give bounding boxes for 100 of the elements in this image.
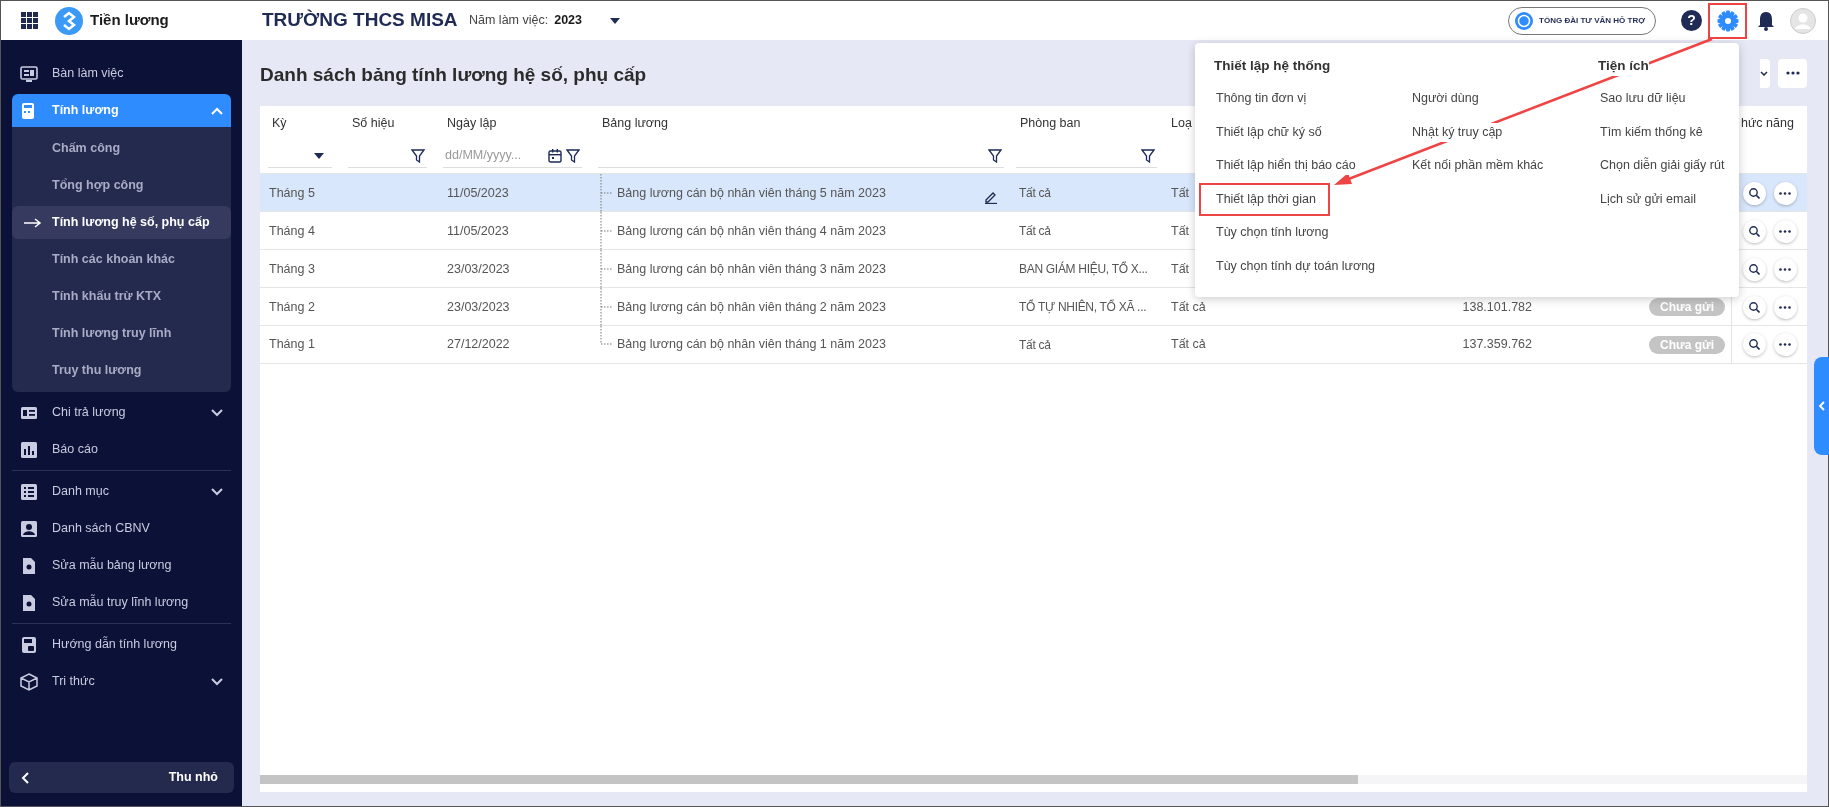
sidebar-item[interactable]: Sửa mẫu bảng lương xyxy=(12,549,231,582)
filter-button[interactable] xyxy=(1141,148,1155,163)
column-header: Kỳ xyxy=(272,114,287,132)
submenu-item[interactable]: Tính khấu trừ KTX xyxy=(12,280,231,313)
notification-icon[interactable] xyxy=(1757,10,1775,31)
edit-button[interactable] xyxy=(984,190,998,204)
more-button[interactable] xyxy=(1773,219,1797,243)
submenu-item[interactable]: Chấm công xyxy=(12,132,231,165)
more-icon xyxy=(1779,343,1791,346)
dropdown-button[interactable] xyxy=(1760,58,1770,88)
search-icon xyxy=(1748,301,1760,313)
tree-connector-icon xyxy=(600,174,614,212)
sidebar-item[interactable]: Danh sách CBNV xyxy=(12,512,231,545)
menu-item[interactable]: Sao lưu dữ liệu xyxy=(1583,82,1694,116)
table-cell-text: Tất cả xyxy=(1019,223,1051,240)
scrollbar-thumb[interactable] xyxy=(260,775,1358,784)
search-icon xyxy=(1748,263,1760,275)
submenu-item[interactable]: Tổng hợp công xyxy=(12,169,231,202)
chevron-left-icon xyxy=(21,771,29,784)
submenu-item[interactable]: Truy thu lương xyxy=(12,354,231,387)
more-button[interactable] xyxy=(1778,58,1807,88)
filter-button[interactable] xyxy=(988,148,1002,163)
calendar-icon xyxy=(548,148,562,163)
column-header: Bảng lương xyxy=(602,114,668,132)
search-icon xyxy=(1748,339,1760,350)
table-cell-text: Tất cả xyxy=(1171,336,1206,354)
sidebar-item[interactable]: Chi trả lương xyxy=(12,396,231,429)
submenu-item[interactable]: Tính lương truy lĩnh xyxy=(12,317,231,350)
settings-icon xyxy=(1716,9,1739,32)
chevron-down-icon xyxy=(211,487,223,496)
more-button[interactable] xyxy=(1773,181,1797,205)
view-button[interactable] xyxy=(1742,257,1766,281)
year-label: Năm làm việc: xyxy=(469,12,549,30)
horizontal-scrollbar[interactable] xyxy=(260,775,1807,784)
list-icon xyxy=(20,482,38,501)
table-row[interactable]: Tháng 1 27/12/2022 Bảng lương cán bộ nhân viên tháng 1 năm 2023 Tất cả Tất cả 137.359.762 Chưa gửi xyxy=(260,326,1807,364)
table-cell-text: Bảng lương cán bộ nhân viên tháng 4 năm 2023 xyxy=(617,222,886,240)
help-button[interactable]: ? xyxy=(1681,10,1702,31)
column-header: hức năng xyxy=(1741,114,1794,132)
column-header: Ngày lập xyxy=(447,114,497,132)
submenu-item[interactable]: Tính các khoản khác xyxy=(12,243,231,276)
search-icon xyxy=(1748,225,1760,237)
side-panel-tab[interactable] xyxy=(1814,357,1829,455)
sidebar-item[interactable]: Danh mục xyxy=(12,475,231,508)
arrow-right-icon xyxy=(24,217,42,228)
cube-icon xyxy=(20,672,38,691)
menu-item[interactable]: Người dùng xyxy=(1395,82,1487,116)
filter-button[interactable] xyxy=(566,148,580,163)
filter-button[interactable] xyxy=(411,148,425,163)
table-cell-text: Tháng 1 xyxy=(269,336,315,354)
view-button[interactable] xyxy=(1742,333,1766,356)
menu-item[interactable]: Thông tin đơn vị xyxy=(1199,82,1315,116)
menu-item[interactable]: Tìm kiếm thống kê xyxy=(1583,115,1711,149)
page-title: Danh sách bảng tính lương hệ số, phụ cấp xyxy=(260,62,647,87)
more-button[interactable] xyxy=(1773,295,1797,319)
date-field[interactable]: dd/MM/yyyy... xyxy=(445,146,544,165)
table-cell-text: 138.101.782 xyxy=(1462,298,1532,316)
table-cell-text: Bảng lương cán bộ nhân viên tháng 1 năm 2023 xyxy=(617,336,886,354)
bar-chart-icon xyxy=(20,440,38,459)
table-cell-text: 27/12/2022 xyxy=(447,336,510,354)
table-cell-text: Bảng lương cán bộ nhân viên tháng 3 năm 2023 xyxy=(617,260,886,278)
pencil-icon xyxy=(984,190,998,204)
view-button[interactable] xyxy=(1742,181,1766,205)
menu-item[interactable]: Thiết lập chữ ký số xyxy=(1199,115,1330,149)
contact-card-icon xyxy=(20,519,38,538)
filter-icon xyxy=(988,148,1002,163)
table-cell-text: Tất cả xyxy=(1171,298,1206,316)
column-header: Số hiệu xyxy=(352,114,395,132)
settings-button[interactable] xyxy=(1708,2,1747,39)
calculator-icon xyxy=(20,635,38,654)
filter-icon xyxy=(411,148,425,163)
menu-item[interactable]: Nhật ký truy cập xyxy=(1395,115,1511,149)
sidebar-item[interactable]: Sửa mẫu truy lĩnh lương xyxy=(12,586,231,619)
menu-item[interactable]: Tùy chọn tính lương xyxy=(1199,216,1337,250)
tree-connector-icon xyxy=(600,250,614,288)
status-badge: Chưa gửi xyxy=(1649,298,1725,316)
sidebar-item[interactable]: Báo cáo xyxy=(12,433,231,466)
view-button[interactable] xyxy=(1742,219,1766,243)
collapse-button[interactable]: Thu nhỏ xyxy=(9,762,234,793)
chevron-up-icon xyxy=(211,106,223,115)
menu-item[interactable]: Thiết lập thời gian xyxy=(1199,182,1330,216)
table-cell: TỔ TỰ NHIÊN, TỔ XÃ ... xyxy=(1019,298,1147,316)
table-cell-text: Tất cả xyxy=(1019,336,1051,354)
sidebar-item[interactable]: Hướng dẫn tính lương xyxy=(12,628,231,661)
more-button[interactable] xyxy=(1773,257,1797,281)
sidebar-item[interactable]: Tri thức xyxy=(12,665,231,698)
tree-connector-icon xyxy=(600,212,614,250)
table-cell-text: Tất xyxy=(1171,184,1190,202)
chevron-down-icon xyxy=(211,408,223,417)
year-select[interactable]: 2023 xyxy=(554,11,620,30)
desk-icon xyxy=(20,64,38,83)
table-cell-text: Tất cả xyxy=(1019,185,1051,202)
table-cell-text: 137.359.762 xyxy=(1462,336,1532,354)
view-button[interactable] xyxy=(1742,295,1766,319)
sidebar-item[interactable]: Bàn làm việc xyxy=(12,57,231,90)
column-header: Loạ xyxy=(1171,114,1192,132)
chevron-left-icon xyxy=(1818,401,1826,411)
chevron-down-icon xyxy=(211,677,223,686)
more-button[interactable] xyxy=(1773,333,1797,356)
submenu-item[interactable]: Tính lương hệ số, phụ cấp xyxy=(12,206,231,239)
